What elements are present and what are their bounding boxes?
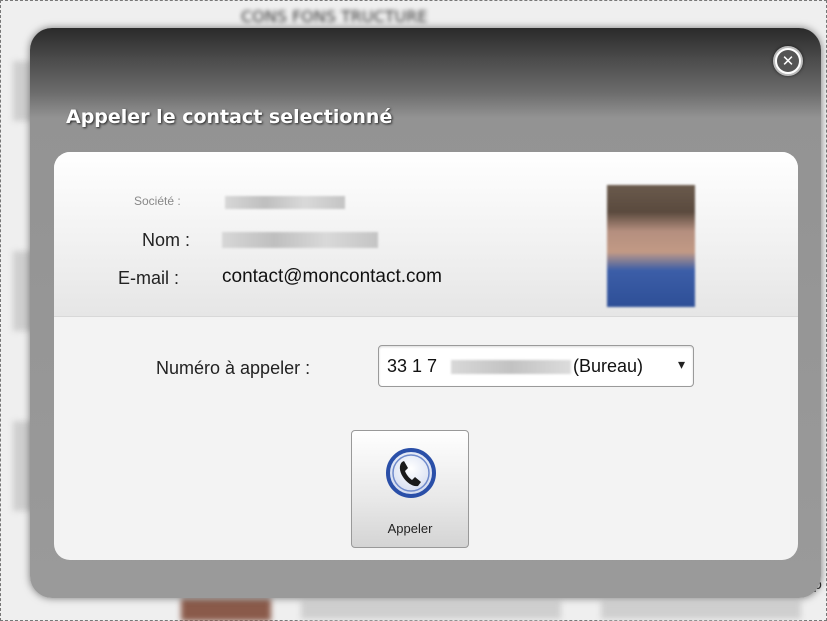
background-block	[181, 599, 271, 621]
contact-info-box: Société : Nom : E-mail : contact@moncont…	[54, 152, 798, 317]
email-label: E-mail :	[118, 268, 180, 288]
close-button[interactable]: ✕	[773, 46, 803, 76]
call-button[interactable]: Appeler	[351, 430, 469, 548]
close-icon: ✕	[777, 50, 799, 72]
phone-number-redacted	[451, 360, 571, 374]
dialog-title: Appeler le contact selectionné	[66, 106, 393, 128]
background-block	[301, 601, 561, 619]
dialog-panel: Société : Nom : E-mail : contact@moncont…	[54, 152, 798, 560]
email-value: contact@moncontact.com	[222, 266, 442, 287]
societe-value-redacted	[225, 196, 345, 209]
phone-number-select[interactable]: 33 1 7 (Bureau) ▾	[378, 345, 694, 387]
chevron-down-icon: ▾	[677, 357, 685, 373]
phone-number-type: (Bureau)	[573, 356, 644, 376]
phone-icon	[386, 448, 436, 498]
call-contact-dialog: ✕ Appeler le contact selectionné Société…	[30, 28, 821, 598]
avatar	[607, 185, 695, 307]
phone-number-prefix: 33 1 7	[387, 356, 438, 376]
societe-label: Société :	[134, 194, 181, 208]
background-block	[601, 601, 801, 619]
call-button-label: Appeler	[387, 521, 433, 536]
phone-number-label: Numéro à appeler :	[156, 358, 311, 378]
background-title: CONS FONS TRUCTURE	[241, 7, 428, 26]
nom-value-redacted	[222, 232, 378, 248]
nom-label: Nom :	[142, 230, 191, 250]
